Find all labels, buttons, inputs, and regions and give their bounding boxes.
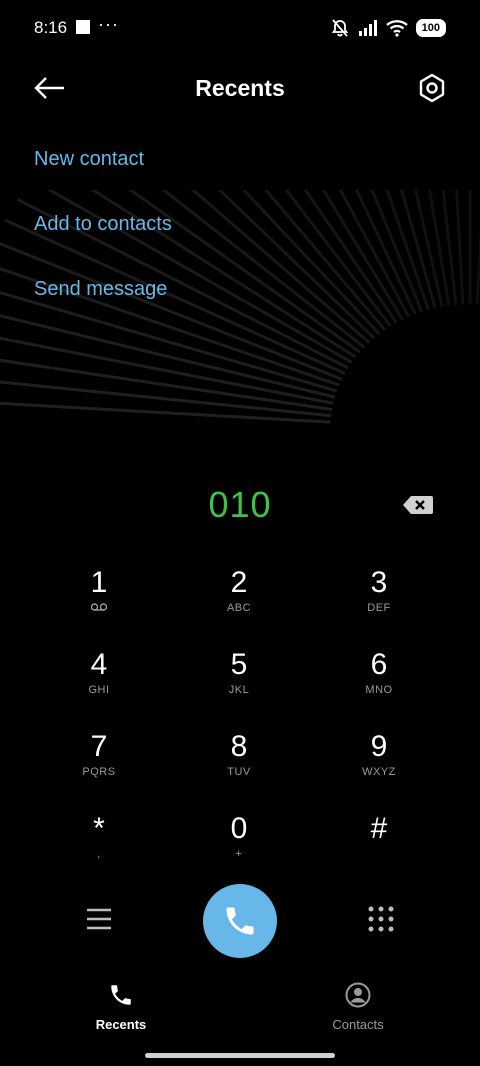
burst-ray bbox=[399, 190, 437, 309]
key-digit: 3 bbox=[370, 566, 388, 599]
key-letters: ABC bbox=[226, 602, 252, 614]
key-letters: PQRS bbox=[82, 766, 116, 778]
key-digit: 4 bbox=[90, 648, 108, 681]
status-icons: 100 bbox=[330, 17, 446, 39]
home-indicator[interactable] bbox=[145, 1053, 335, 1058]
settings-hexagon-icon bbox=[419, 73, 445, 103]
burst-ray bbox=[303, 190, 398, 324]
burst-ray bbox=[455, 190, 465, 305]
hamburger-menu-icon bbox=[87, 908, 111, 930]
burst-ray bbox=[0, 358, 333, 411]
key-9[interactable]: 9 WXYZ bbox=[319, 730, 439, 804]
signal-icon bbox=[358, 20, 377, 36]
dialpad-grid-icon bbox=[368, 906, 394, 932]
key-3[interactable]: 3 DEF bbox=[319, 566, 439, 640]
page-title: Recents bbox=[195, 75, 285, 101]
key-digit: 9 bbox=[370, 730, 388, 763]
nav-contacts[interactable]: Contacts bbox=[278, 982, 438, 1032]
key-digit: 0 bbox=[230, 812, 248, 845]
key-2[interactable]: 2 ABC bbox=[179, 566, 299, 640]
burst-ray bbox=[441, 190, 458, 305]
status-time: 8:16 bbox=[34, 18, 68, 37]
voicemail-icon bbox=[39, 602, 159, 616]
burst-ray bbox=[354, 190, 417, 315]
key-digit: * bbox=[93, 812, 105, 845]
key-letters bbox=[319, 848, 439, 862]
burst-ray bbox=[385, 190, 430, 311]
burst-ray bbox=[0, 380, 332, 418]
backspace-icon bbox=[403, 496, 433, 514]
wifi-icon bbox=[385, 20, 408, 37]
key-5[interactable]: 5 JKL bbox=[179, 648, 299, 722]
burst-ray bbox=[0, 401, 331, 424]
mute-bell-icon bbox=[331, 19, 348, 37]
burst-ray bbox=[0, 242, 343, 381]
key-digit: 7 bbox=[90, 730, 108, 763]
battery-icon: 100 bbox=[415, 19, 446, 37]
burst-ray bbox=[414, 190, 444, 307]
nav-contacts-label: Contacts bbox=[332, 1017, 384, 1032]
key-letters: TUV bbox=[227, 766, 251, 778]
key-letters: GHI bbox=[88, 684, 110, 696]
settings-button[interactable] bbox=[412, 68, 452, 108]
new-contact-link[interactable]: New contact bbox=[34, 148, 144, 171]
key-letters: , bbox=[97, 848, 101, 860]
menu-button[interactable] bbox=[84, 904, 114, 934]
burst-ray bbox=[284, 190, 392, 328]
decorative-burst bbox=[0, 190, 480, 424]
key-0[interactable]: 0 + bbox=[179, 812, 299, 886]
burst-ray bbox=[427, 190, 451, 306]
key-digit: 2 bbox=[230, 566, 248, 599]
phone-icon bbox=[226, 907, 254, 935]
burst-ray bbox=[263, 190, 387, 331]
key-digit: 5 bbox=[230, 648, 248, 681]
status-bar: 8:16 ··· 100 bbox=[0, 0, 480, 56]
key-digit: 8 bbox=[230, 730, 248, 763]
key-letters: MNO bbox=[365, 684, 393, 696]
burst-ray bbox=[0, 336, 334, 405]
nav-recents[interactable]: Recents bbox=[41, 982, 201, 1032]
key-letters: JKL bbox=[228, 684, 250, 696]
key-letters: + bbox=[235, 848, 243, 860]
key-digit: 6 bbox=[370, 648, 388, 681]
burst-ray bbox=[321, 190, 404, 321]
key-digit: 1 bbox=[90, 566, 108, 599]
key-digit: # bbox=[370, 812, 388, 845]
dialpad-toggle-button[interactable] bbox=[366, 904, 396, 934]
key-4[interactable]: 4 GHI bbox=[39, 648, 159, 722]
burst-ray bbox=[241, 190, 381, 335]
phone-icon bbox=[111, 985, 131, 1005]
more-notifications-icon: ··· bbox=[98, 14, 119, 34]
person-circle-icon bbox=[345, 982, 371, 1008]
key-letters: WXYZ bbox=[362, 766, 396, 778]
send-message-link[interactable]: Send message bbox=[34, 278, 167, 301]
key-letters: DEF bbox=[367, 602, 391, 614]
key-hash[interactable]: # bbox=[319, 812, 439, 886]
key-1[interactable]: 1 bbox=[39, 566, 159, 640]
notification-square-icon bbox=[76, 20, 90, 34]
burst-ray bbox=[338, 190, 411, 318]
backspace-button[interactable] bbox=[402, 494, 434, 516]
call-button[interactable] bbox=[203, 884, 277, 958]
key-7[interactable]: 7 PQRS bbox=[39, 730, 159, 804]
key-8[interactable]: 8 TUV bbox=[179, 730, 299, 804]
key-star[interactable]: * , bbox=[39, 812, 159, 886]
key-6[interactable]: 6 MNO bbox=[319, 648, 439, 722]
burst-ray bbox=[370, 190, 424, 313]
nav-recents-label: Recents bbox=[95, 1017, 147, 1032]
burst-ray bbox=[0, 290, 338, 393]
burst-ray bbox=[0, 314, 336, 399]
add-to-contacts-link[interactable]: Add to contacts bbox=[34, 213, 172, 236]
